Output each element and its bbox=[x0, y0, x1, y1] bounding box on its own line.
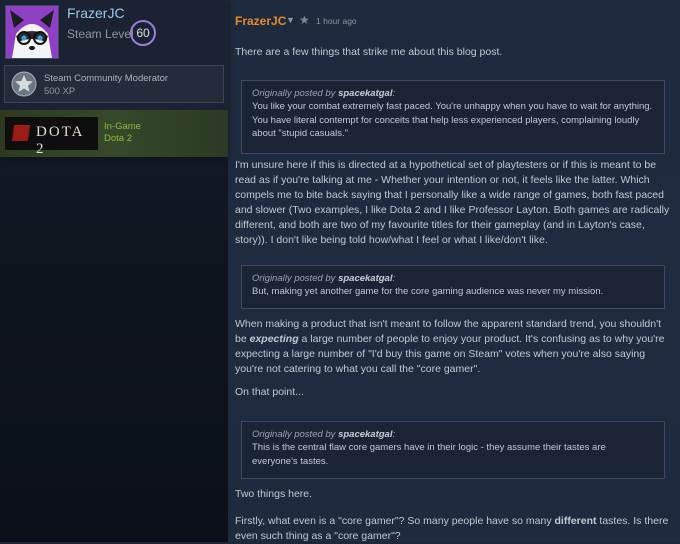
quote-text: This is the central flaw core gamers hav… bbox=[252, 442, 606, 467]
in-game-name[interactable]: Dota 2 bbox=[104, 133, 132, 144]
quote-header: Originally posted by spacekatgal: bbox=[252, 273, 396, 284]
quote-header: Originally posted by spacekatgal: bbox=[252, 88, 396, 99]
dota-emblem-icon bbox=[11, 125, 31, 141]
profile-hover-card: FrazerJC Steam Level 60 Steam Community … bbox=[0, 0, 228, 157]
quote-block: Originally posted by spacekatgal: But, m… bbox=[241, 265, 665, 309]
quote-prefix: Originally posted by bbox=[252, 88, 336, 99]
post-paragraph: Firstly, what even is a "core gamer"? So… bbox=[235, 514, 675, 544]
quote-block: Originally posted by spacekatgal: This i… bbox=[241, 421, 665, 479]
badge-title: Steam Community Moderator bbox=[44, 73, 169, 84]
emphasis-text: expecting bbox=[249, 333, 299, 345]
in-game-status[interactable]: DOTA 2 In-Game Dota 2 bbox=[0, 110, 228, 157]
chevron-down-icon[interactable]: ▼ bbox=[286, 15, 295, 25]
post-paragraph: When making a product that isn't meant t… bbox=[235, 317, 675, 377]
badge-xp: 500 XP bbox=[44, 86, 76, 97]
avatar[interactable] bbox=[5, 5, 59, 59]
quote-author[interactable]: spacekatgal bbox=[338, 88, 392, 99]
post-timestamp: 1 hour ago bbox=[316, 16, 357, 26]
quote-author[interactable]: spacekatgal bbox=[338, 429, 392, 440]
post-paragraph: I'm unsure here if this is directed at a… bbox=[235, 159, 670, 246]
game-logo-text: DOTA 2 bbox=[36, 124, 84, 157]
star-badge-icon bbox=[11, 71, 37, 97]
post-author-link[interactable]: FrazerJC bbox=[235, 14, 286, 28]
quote-text: You like your combat extremely fast pace… bbox=[252, 101, 653, 139]
featured-badge[interactable]: Steam Community Moderator 500 XP bbox=[4, 65, 224, 103]
quote-author[interactable]: spacekatgal bbox=[338, 273, 392, 284]
post-paragraph: Two things here. bbox=[235, 488, 313, 500]
quote-header: Originally posted by spacekatgal: bbox=[252, 429, 396, 440]
paragraph-text: Firstly, what even is a "core gamer"? So… bbox=[235, 515, 552, 527]
post-paragraph: On that point... bbox=[235, 386, 304, 398]
quote-block: Originally posted by spacekatgal: You li… bbox=[241, 80, 665, 154]
quote-text: But, making yet another game for the cor… bbox=[252, 286, 604, 297]
emphasis-text: different bbox=[554, 515, 597, 527]
steam-level-label: Steam Level bbox=[67, 27, 134, 41]
post-paragraph: There are a few things that strike me ab… bbox=[235, 46, 503, 58]
paragraph-text: a large number of people to enjoy your p… bbox=[235, 333, 665, 375]
star-icon[interactable]: ★ bbox=[299, 13, 310, 27]
quote-prefix: Originally posted by bbox=[252, 429, 336, 440]
steam-level-badge: 60 bbox=[130, 20, 156, 46]
quote-prefix: Originally posted by bbox=[252, 273, 336, 284]
raccoon-avatar-icon bbox=[6, 6, 58, 58]
in-game-label: In-Game bbox=[104, 121, 141, 132]
profile-name[interactable]: FrazerJC bbox=[67, 5, 125, 21]
dota-2-logo: DOTA 2 bbox=[5, 117, 98, 157]
